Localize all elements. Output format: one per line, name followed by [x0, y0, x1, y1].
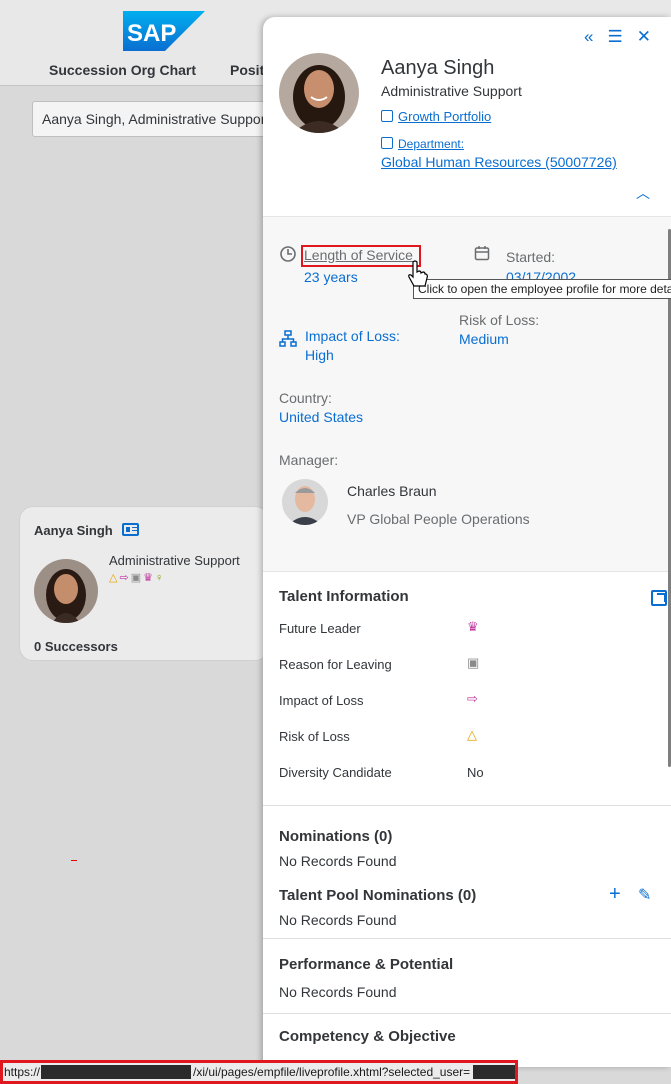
employee-quickcard-panel: « ☰ ✕ Aanya Singh Administrative Support… [263, 17, 671, 1067]
history-icon [280, 246, 296, 262]
nav-succession-org-chart[interactable]: Succession Org Chart [49, 62, 196, 78]
trophy-icon: ♛ [143, 572, 155, 584]
hierarchy-icon [279, 330, 297, 347]
talent-row-label: Future Leader [279, 621, 361, 636]
redacted-block [473, 1065, 515, 1079]
exit-icon: ⇨ [467, 691, 478, 706]
marker [71, 860, 77, 861]
redacted-block [41, 1065, 191, 1079]
highlight-box [301, 245, 421, 267]
nav-position[interactable]: Posit [230, 62, 264, 78]
talent-row-label: Reason for Leaving [279, 657, 392, 672]
add-icon[interactable]: + [609, 883, 621, 906]
exit-icon: ⇨ [119, 572, 131, 584]
warning-icon: △ [467, 727, 477, 742]
talent-pool-title: Talent Pool Nominations (0) [279, 887, 477, 904]
diversity-candidate-value: No [467, 765, 484, 780]
female-icon: ♀ [154, 572, 166, 584]
warning-icon: △ [109, 572, 120, 584]
country-value: United States [279, 409, 364, 425]
department-link[interactable]: Department: [381, 137, 464, 151]
employee-avatar [279, 53, 359, 133]
successors-count[interactable]: 0 Successors [34, 639, 118, 654]
org-icon [381, 137, 393, 149]
avatar [34, 559, 98, 623]
divider [263, 938, 671, 939]
talent-information-title: Talent Information [279, 588, 409, 605]
risk-of-loss-value: Medium [459, 331, 509, 347]
panel-actions: « ☰ ✕ [584, 27, 651, 47]
calendar-icon [474, 246, 490, 261]
growth-portfolio-label: Growth Portfolio [398, 109, 492, 124]
node-role: Administrative Support [109, 553, 240, 568]
edit-icon[interactable]: ✎ [638, 885, 651, 905]
impact-of-loss-value: High [305, 347, 334, 363]
talent-row-label: Risk of Loss [279, 729, 350, 744]
divider [263, 1013, 671, 1014]
reason-icon: ▣ [467, 655, 480, 670]
risk-of-loss-label: Risk of Loss: [459, 312, 540, 328]
talent-row-label: Diversity Candidate [279, 765, 392, 780]
talent-row-label: Impact of Loss [279, 693, 364, 708]
org-chart-node[interactable]: Aanya Singh Administrative Support △⇨▣♛♀… [19, 506, 269, 661]
growth-portfolio-link[interactable]: Growth Portfolio [381, 109, 491, 124]
reason-icon: ▣ [130, 572, 144, 584]
divider [263, 805, 671, 806]
node-indicator-icons: △⇨▣♛♀ [109, 571, 165, 584]
collapse-left-icon[interactable]: « [584, 27, 593, 47]
node-name: Aanya Singh [34, 523, 113, 538]
url-path: /xi/ui/pages/empfile/liveprofile.xhtml?s… [193, 1065, 471, 1079]
impact-of-loss-label[interactable]: Impact of Loss: [305, 328, 400, 344]
tooltip: Click to open the employee profile for m… [413, 279, 671, 299]
status-bar-url: https:// /xi/ui/pages/empfile/liveprofil… [0, 1060, 518, 1084]
department-label: Department: [398, 137, 465, 151]
sap-logo[interactable]: SAP [123, 11, 205, 51]
nominations-title: Nominations (0) [279, 828, 393, 845]
manager-name[interactable]: Charles Braun [347, 483, 437, 499]
performance-empty: No Records Found [279, 984, 397, 1000]
hand-cursor-icon [408, 260, 428, 287]
country-label: Country: [279, 390, 332, 406]
department-value[interactable]: Global Human Resources (50007726) [381, 154, 617, 170]
portfolio-icon [381, 110, 393, 122]
list-icon[interactable]: ☰ [608, 27, 623, 47]
open-external-icon[interactable] [651, 590, 667, 606]
close-icon[interactable]: ✕ [637, 27, 651, 47]
nominations-empty: No Records Found [279, 853, 397, 869]
manager-label: Manager: [279, 452, 339, 468]
competency-title: Competency & Objective [279, 1028, 456, 1045]
sap-logo-text: SAP [127, 20, 176, 47]
employee-role: Administrative Support [381, 83, 522, 99]
employee-name: Aanya Singh [381, 57, 495, 79]
url-prefix: https:// [4, 1065, 41, 1079]
manager-avatar[interactable] [282, 479, 328, 525]
trophy-icon: ♛ [467, 619, 479, 634]
chevron-up-icon[interactable]: ︿ [636, 183, 650, 203]
talent-pool-empty: No Records Found [279, 912, 397, 928]
started-label: Started: [506, 249, 556, 265]
length-of-service-value: 23 years [304, 269, 358, 285]
manager-title: VP Global People Operations [347, 511, 530, 527]
performance-title: Performance & Potential [279, 956, 454, 973]
id-card-icon[interactable] [122, 523, 139, 536]
search-input[interactable]: Aanya Singh, Administrative Support [32, 101, 272, 137]
